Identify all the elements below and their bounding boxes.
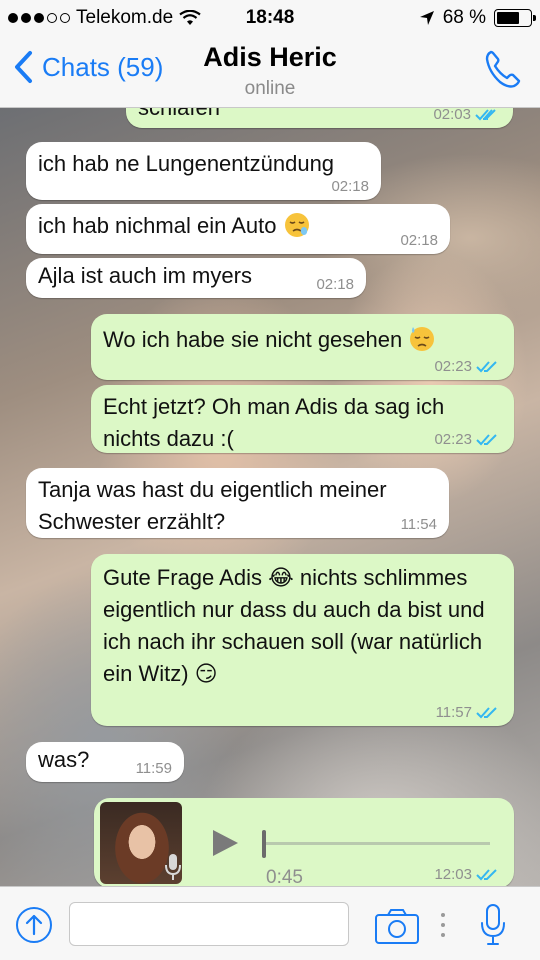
more-dots-icon: [441, 913, 445, 937]
audio-progress-track[interactable]: [264, 842, 490, 845]
voice-message[interactable]: 0:45 12:03: [94, 798, 514, 886]
chat-header: Chats (59) Adis Heric online: [0, 36, 540, 108]
message-time: 02:03: [433, 108, 471, 123]
message-text: Gute Frage Adis 😂 nichts schlimmes eigen…: [103, 565, 485, 686]
message-text: Wo ich habe sie nicht gesehen: [103, 327, 403, 352]
share-upload-icon[interactable]: [14, 905, 54, 945]
read-ticks-icon: [476, 869, 497, 881]
message-text: Echt jetzt? Oh man Adis da sag ich nicht…: [103, 394, 445, 451]
read-ticks-icon: [476, 707, 497, 719]
message-input[interactable]: [69, 902, 349, 946]
status-bar: Telekom.de 18:48 68 %: [0, 0, 540, 36]
battery-percent: 68 %: [442, 7, 486, 28]
message-incoming[interactable]: Ajla ist auch im myers 02:18: [26, 258, 366, 298]
message-list[interactable]: schlafen 02:03 ich hab ne Lungenentzündu…: [0, 108, 540, 886]
phone-call-icon[interactable]: [482, 48, 524, 90]
message-time: 02:18: [331, 178, 369, 195]
message-text: was?: [38, 747, 90, 772]
contact-name[interactable]: Adis Heric: [0, 42, 540, 73]
voice-record-microphone-icon[interactable]: [480, 903, 506, 947]
message-time: 11:57: [435, 704, 472, 721]
voice-duration: 0:45: [266, 867, 303, 886]
camera-icon[interactable]: [374, 907, 420, 945]
message-incoming[interactable]: ich hab nichmal ein Auto 02:18: [26, 204, 450, 254]
microphone-icon: [165, 854, 181, 880]
message-time: 11:54: [400, 516, 437, 533]
battery-icon: [494, 9, 536, 27]
location-arrow-icon: [419, 11, 434, 25]
message-time: 11:59: [135, 760, 172, 777]
message-time: 12:03: [434, 866, 472, 883]
play-icon[interactable]: [210, 828, 240, 858]
composer-bar: [0, 886, 540, 960]
message-text: ich hab ne Lungenentzündung: [38, 151, 335, 176]
contact-status: online: [244, 78, 296, 99]
message-text: Ajla ist auch im myers: [38, 263, 252, 288]
message-outgoing[interactable]: Wo ich habe sie nicht gesehen 02:23: [91, 314, 514, 380]
message-incoming[interactable]: ich hab ne Lungenentzündung 02:18: [26, 142, 381, 200]
message-time: 02:18: [400, 232, 438, 249]
read-ticks-icon: [475, 109, 496, 121]
message-text: schlafen: [138, 108, 220, 120]
status-right: 68 %: [419, 7, 536, 29]
message-outgoing[interactable]: schlafen 02:03: [126, 108, 513, 128]
message-incoming[interactable]: Tanja was hast du eigentlich meiner Schw…: [26, 468, 449, 538]
message-time: 02:23: [434, 431, 472, 448]
sleepy-face-emoji-icon: [284, 213, 309, 237]
read-ticks-icon: [476, 434, 497, 446]
message-outgoing[interactable]: Echt jetzt? Oh man Adis da sag ich nicht…: [91, 385, 514, 453]
read-ticks-icon: [476, 361, 497, 373]
message-text: ich hab nichmal ein Auto: [38, 213, 277, 238]
message-outgoing[interactable]: Gute Frage Adis 😂 nichts schlimmes eigen…: [91, 554, 514, 726]
message-time: 02:18: [316, 276, 354, 293]
message-time: 02:23: [434, 358, 472, 375]
message-text: Tanja was hast du eigentlich meiner Schw…: [38, 477, 387, 534]
sweat-face-emoji-icon: [410, 327, 435, 351]
message-incoming[interactable]: was? 11:59: [26, 742, 184, 782]
audio-scrubber-handle[interactable]: [262, 830, 266, 858]
